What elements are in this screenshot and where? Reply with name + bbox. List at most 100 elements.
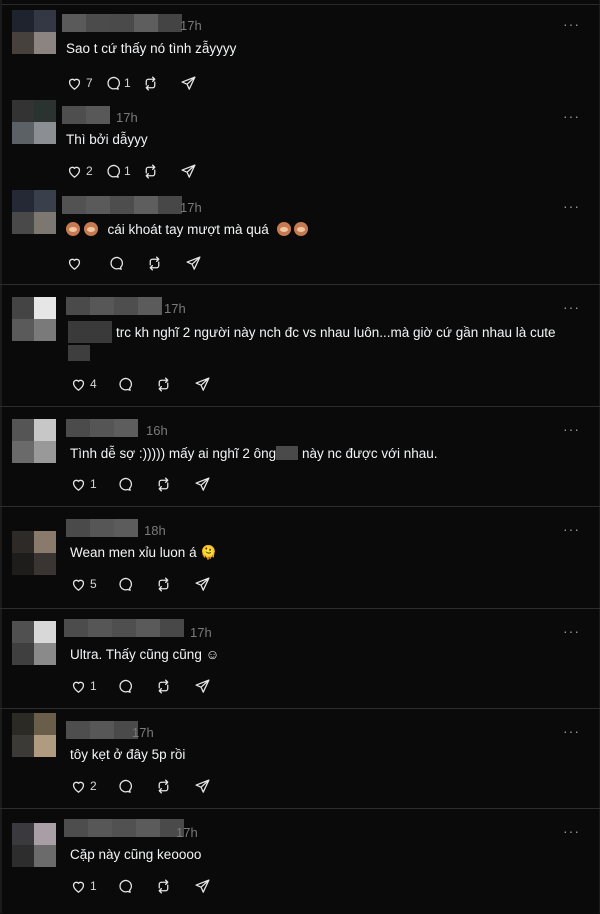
comment-text: Tình dễ sợ :))))) mấy ai nghĩ 2 ông này … [70,446,438,461]
comment-1: 17h ··· Sao t cứ thấy nó tình zẫyyyy 7 1 [0,6,600,98]
avatar[interactable] [12,621,56,665]
like-button[interactable]: 2 [66,163,94,180]
share-icon [195,376,210,391]
avatar[interactable] [12,823,56,867]
reply-button[interactable] [116,476,133,493]
heart-icon [68,166,81,178]
more-options-icon[interactable]: ··· [563,421,580,437]
avatar[interactable] [12,10,56,54]
share-button[interactable] [194,376,211,393]
reply-button[interactable] [116,878,133,895]
reply-button[interactable] [116,576,133,593]
like-button[interactable]: 1 [70,678,98,695]
comment-5: 16h ··· Tình dễ sợ :))))) mấy ai nghĩ 2 … [0,406,600,507]
like-button[interactable] [66,255,83,272]
repost-icon [158,576,169,592]
timestamp: 17h [116,110,138,125]
like-button[interactable]: 1 [70,476,98,493]
like-count: 1 [90,679,97,693]
share-button[interactable] [194,878,211,895]
comment-icon [119,679,132,693]
repost-button[interactable] [155,678,172,695]
repost-icon [145,163,156,179]
more-options-icon[interactable]: ··· [563,521,580,537]
avatar[interactable] [12,419,56,463]
share-button[interactable] [180,163,197,180]
username-blurred[interactable] [66,721,138,739]
timestamp: 17h [132,725,154,740]
avatar[interactable] [12,531,56,575]
repost-button[interactable] [155,878,172,895]
reply-count: 1 [124,76,131,90]
timestamp: 17h [180,200,202,215]
more-options-icon[interactable]: ··· [563,823,580,839]
repost-button[interactable] [155,476,172,493]
repost-button[interactable] [155,376,172,393]
repost-button[interactable] [155,576,172,593]
share-button[interactable] [194,476,211,493]
comment-8: 17h ··· tôy kẹt ở đây 5p rồi 2 [0,708,600,809]
avatar[interactable] [12,190,56,234]
repost-button[interactable] [142,163,170,180]
repost-button[interactable] [142,75,170,92]
share-button[interactable] [194,576,211,593]
more-options-icon[interactable]: ··· [563,108,580,124]
like-button[interactable]: 5 [70,576,98,593]
monkey-emoji-icon [294,222,309,236]
action-bar: 7 1 [66,74,207,92]
username-blurred[interactable] [64,619,184,637]
comment-icon [119,377,132,391]
top-divider [0,4,600,5]
reply-button[interactable] [107,255,124,272]
comment-icon [119,779,132,793]
username-blurred[interactable] [62,196,182,214]
more-options-icon[interactable]: ··· [563,16,580,32]
more-options-icon[interactable]: ··· [563,723,580,739]
like-button[interactable]: 1 [70,878,98,895]
reply-button[interactable] [116,376,133,393]
heart-icon [72,681,85,693]
action-bar [66,254,212,272]
timestamp: 17h [176,825,198,840]
like-button[interactable]: 2 [70,778,98,795]
share-button[interactable] [180,75,197,92]
more-options-icon[interactable]: ··· [563,198,580,214]
more-options-icon[interactable]: ··· [563,623,580,639]
comment-9: 17h ··· Cặp này cũng keoooo 1 [0,808,600,914]
username-blurred[interactable] [64,819,184,837]
reply-button[interactable]: 1 [104,163,132,180]
comment-text: Sao t cứ thấy nó tình zẫyyyy [66,41,237,56]
blurred-mention [68,345,90,361]
share-button[interactable] [185,255,202,272]
repost-button[interactable] [146,255,163,272]
like-count: 1 [90,477,97,491]
username-blurred[interactable] [66,297,162,315]
heart-icon [72,379,85,391]
like-count: 1 [90,879,97,893]
share-icon [195,576,210,591]
more-options-icon[interactable]: ··· [563,299,580,315]
timestamp: 17h [190,625,212,640]
repost-icon [145,75,156,91]
reply-button[interactable] [116,778,133,795]
action-bar: 1 [70,677,221,695]
avatar[interactable] [12,297,56,341]
share-button[interactable] [194,678,211,695]
like-button[interactable]: 7 [66,75,94,92]
like-button[interactable]: 4 [70,376,98,393]
comment-4: 17h ··· trc kh nghĩ 2 người này nch đc v… [0,284,600,407]
like-count: 4 [90,377,97,391]
avatar[interactable] [12,100,56,144]
username-blurred[interactable] [62,14,182,32]
share-button[interactable] [194,778,211,795]
username-blurred[interactable] [66,519,138,537]
reply-button[interactable]: 1 [104,75,132,92]
repost-button[interactable] [155,778,172,795]
action-bar: 2 1 [66,162,207,180]
username-blurred[interactable] [66,419,138,437]
reply-button[interactable] [116,678,133,695]
username-blurred[interactable] [62,106,110,124]
avatar[interactable] [12,713,56,757]
comment-icon [110,256,123,270]
timestamp: 17h [180,18,202,33]
